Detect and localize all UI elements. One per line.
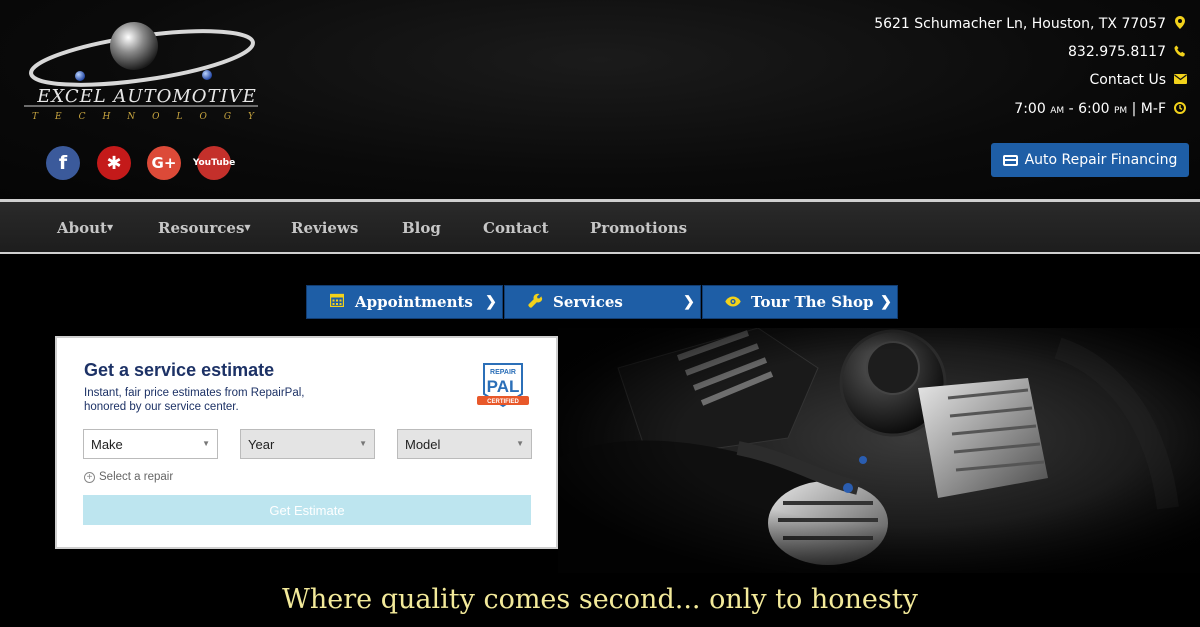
logo-tagline: TECHNOLOGY xyxy=(32,112,271,122)
hours-close: 6:00 xyxy=(1078,101,1110,117)
chevron-right-icon: ❯ xyxy=(485,294,497,310)
badge-bottom: CERTIFIED xyxy=(487,399,519,405)
eye-icon xyxy=(715,293,751,311)
tab-label: Tour The Shop xyxy=(751,293,874,311)
phone-icon xyxy=(1174,45,1186,60)
hours: 7:00 AM - 6:00 PM | M-F xyxy=(1014,101,1186,117)
youtube-icon[interactable]: YouTube xyxy=(193,146,235,180)
envelope-icon xyxy=(1174,73,1187,87)
select-repair-label: Select a repair xyxy=(99,471,174,483)
year-select[interactable]: Year ▼ xyxy=(240,429,375,459)
engine-illustration xyxy=(558,328,1200,573)
address-text: 5621 Schumacher Ln, Houston, TX 77057 xyxy=(874,16,1166,32)
tab-services[interactable]: Services ❯ xyxy=(504,285,701,319)
repairpal-certified-badge: REPAIR PAL CERTIFIED xyxy=(476,362,530,412)
estimate-subtitle: Instant, fair price estimates from Repai… xyxy=(84,387,305,413)
caret-down-icon: ▼ xyxy=(106,222,114,232)
facebook-icon[interactable]: f xyxy=(46,146,80,180)
make-select[interactable]: Make ▼ xyxy=(83,429,218,459)
credit-card-icon xyxy=(1002,154,1018,166)
badge-mid: PAL xyxy=(487,377,520,396)
get-estimate-button[interactable]: Get Estimate xyxy=(83,495,531,525)
map-marker-icon xyxy=(1174,16,1186,32)
contact-us-text: Contact Us xyxy=(1089,72,1166,88)
tab-tour-the-shop[interactable]: Tour The Shop ❯ xyxy=(702,285,898,319)
financing-label: Auto Repair Financing xyxy=(1024,152,1178,168)
nav-item-promotions[interactable]: Promotions xyxy=(590,219,687,237)
logo-name: EXCEL AUTOMOTIVE xyxy=(37,86,257,107)
am-label: AM xyxy=(1050,106,1065,116)
tab-appointments[interactable]: Appointments ❯ xyxy=(306,285,503,319)
caret-down-icon: ▼ xyxy=(202,439,210,448)
chevron-right-icon: ❯ xyxy=(683,294,695,310)
address-link[interactable]: 5621 Schumacher Ln, Houston, TX 77057 xyxy=(874,16,1186,32)
nav-item-contact[interactable]: Contact xyxy=(483,219,549,237)
hero-engine-image xyxy=(558,328,1200,573)
hours-open: 7:00 xyxy=(1014,101,1046,117)
nav-item-about[interactable]: About▼ xyxy=(57,219,113,237)
phone-link[interactable]: 832.975.8117 xyxy=(1068,44,1186,60)
service-estimate-widget: Get a service estimate Instant, fair pri… xyxy=(55,336,558,549)
nav-item-reviews[interactable]: Reviews xyxy=(291,219,358,237)
site-header: EXCEL AUTOMOTIVE TECHNOLOGY f ✱ G+ YouTu… xyxy=(0,0,1200,199)
clock-icon xyxy=(1174,101,1186,117)
nav-item-blog[interactable]: Blog xyxy=(402,219,441,237)
hero-tagline: Where quality comes second... only to ho… xyxy=(282,584,918,615)
contact-us-link[interactable]: Contact Us xyxy=(1089,72,1187,88)
calendar-icon xyxy=(319,293,355,311)
logo[interactable]: EXCEL AUTOMOTIVE TECHNOLOGY xyxy=(22,18,262,128)
year-value: Year xyxy=(248,437,275,452)
main-nav: About▼ Resources▼ Reviews Blog Contact P… xyxy=(0,199,1200,254)
caret-down-icon: ▼ xyxy=(516,439,524,448)
hours-days: | M-F xyxy=(1131,101,1166,117)
chevron-right-icon: ❯ xyxy=(880,294,892,310)
badge-top: REPAIR xyxy=(490,369,516,376)
auto-repair-financing-button[interactable]: Auto Repair Financing xyxy=(991,143,1189,177)
phone-text: 832.975.8117 xyxy=(1068,44,1166,60)
select-repair-link[interactable]: + Select a repair xyxy=(84,471,173,483)
model-select[interactable]: Model ▼ xyxy=(397,429,532,459)
yelp-icon[interactable]: ✱ xyxy=(97,146,131,180)
plus-circle-icon: + xyxy=(84,471,95,483)
make-value: Make xyxy=(91,437,123,452)
wrench-icon xyxy=(517,293,553,312)
model-value: Model xyxy=(405,437,441,452)
nav-item-resources[interactable]: Resources▼ xyxy=(158,219,251,237)
caret-down-icon: ▼ xyxy=(244,222,251,232)
tab-label: Services xyxy=(553,293,623,311)
estimate-title: Get a service estimate xyxy=(84,360,275,380)
caret-down-icon: ▼ xyxy=(359,439,367,448)
google-plus-icon[interactable]: G+ xyxy=(147,146,181,180)
pm-label: PM xyxy=(1113,106,1128,116)
tab-label: Appointments xyxy=(355,293,473,311)
